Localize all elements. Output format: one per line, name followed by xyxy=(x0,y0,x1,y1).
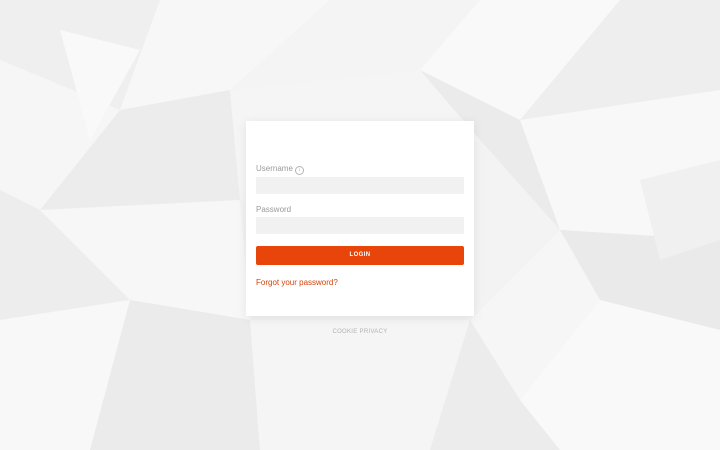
privacy-link[interactable]: PRIVACY xyxy=(360,329,388,335)
username-label: Username i xyxy=(256,164,304,175)
login-card: Username i Password LOGIN Forgot your pas… xyxy=(246,121,474,316)
login-button[interactable]: LOGIN xyxy=(256,246,464,265)
info-icon[interactable]: i xyxy=(294,166,304,175)
password-label: Password xyxy=(256,205,292,214)
password-input[interactable] xyxy=(256,217,464,234)
username-label-text: Username xyxy=(256,164,293,173)
cookie-link[interactable]: COOKIE xyxy=(332,329,357,335)
forgot-password-link[interactable]: Forgot your password? xyxy=(256,278,338,288)
username-input[interactable] xyxy=(256,177,464,194)
footer-links: COOKIE PRIVACY xyxy=(0,329,720,335)
